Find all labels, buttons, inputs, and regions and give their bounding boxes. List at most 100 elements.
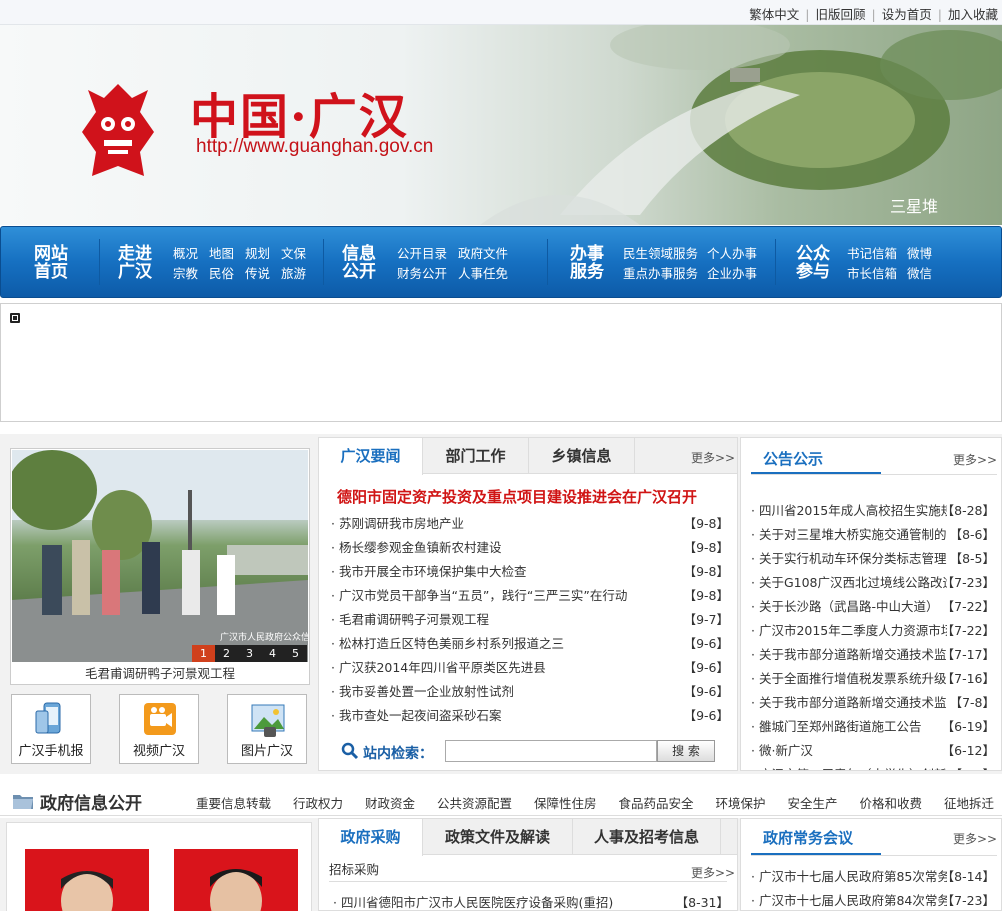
news-item-title[interactable]: · 毛君甫调研鸭子河景观工程 <box>331 608 489 632</box>
meeting-item-title[interactable]: · 广汉市十七届人民政府第85次常务 <box>751 865 947 889</box>
add-favorite-link[interactable]: 加入收藏 <box>948 7 998 22</box>
nav-link-key-service[interactable]: 重点办事服务 <box>623 263 698 282</box>
news-more-link[interactable]: 更多>> <box>691 449 735 466</box>
folder-icon <box>13 795 33 809</box>
nav-link-enterprise[interactable]: 企业办事 <box>707 263 757 282</box>
slider-image[interactable]: 广汉市人民政府公众信息网 <box>7 450 328 662</box>
news-item-title[interactable]: · 杨长缨参观金鱼镇新农村建设 <box>331 536 501 560</box>
nav-link-personnel[interactable]: 人事任免 <box>458 263 508 282</box>
tab-procurement[interactable]: 政府采购 <box>319 819 423 856</box>
news-headline[interactable]: 德阳市固定资产投资及重点项目建设推进会在广汉召开 <box>337 486 697 507</box>
gov-cat-public-resources[interactable]: 公共资源配置 <box>437 796 512 811</box>
tab-department-work[interactable]: 部门工作 <box>423 438 529 474</box>
meeting-more-link[interactable]: 更多>> <box>953 830 997 847</box>
nav-group-participate[interactable]: 公众 参与 <box>791 245 835 281</box>
nav-link-heritage[interactable]: 文保 <box>281 243 306 262</box>
nav-link-planning[interactable]: 规划 <box>245 243 270 262</box>
notice-item-date: 【7-8】 <box>949 695 995 710</box>
leader-photo[interactable] <box>25 849 149 911</box>
quicklink-mobile-news[interactable]: 广汉手机报 <box>11 694 91 764</box>
notice-item-title[interactable]: · 雒城门至郑州路街道施工公告 <box>751 715 947 739</box>
meeting-title[interactable]: 政府常务会议 <box>763 827 853 848</box>
notice-item-title[interactable]: · 广汉市第一届青年（大学生）创新 <box>751 763 947 770</box>
traditional-chinese-link[interactable]: 繁体中文 <box>749 7 799 22</box>
notice-item-title[interactable]: · 广汉市2015年二季度人力资源市场 <box>751 619 947 643</box>
gov-cat-food-drug[interactable]: 食品药品安全 <box>618 796 693 811</box>
news-item-title[interactable]: · 广汉市党员干部争当“五员”，践行“三严三实”在行动 <box>331 584 627 608</box>
news-item-title[interactable]: · 我市妥善处置一企业放射性试剂 <box>331 680 514 704</box>
list-item: · 关于实行机动车环保分类标志管理 【8-5】 <box>751 547 1001 571</box>
nav-group-service[interactable]: 办事 服务 <box>565 245 609 281</box>
quicklink-pictures[interactable]: 图片广汉 <box>227 694 307 764</box>
nav-link-overview[interactable]: 概况 <box>173 243 198 262</box>
slider-page-1[interactable]: 1 <box>192 645 215 662</box>
search-button[interactable]: 搜 索 <box>657 740 715 762</box>
photo-slider[interactable]: 广汉市人民政府公众信息网 1 2 3 4 5 毛君甫调研鸭子河景观工程 <box>7 448 328 685</box>
news-item-title[interactable]: · 我市查处一起夜间盗采砂石案 <box>331 704 501 728</box>
gov-cat-environment[interactable]: 环境保护 <box>715 796 765 811</box>
tab-guanghan-news[interactable]: 广汉要闻 <box>319 438 423 475</box>
notice-item-title[interactable]: · 关于长沙路（武昌路-中山大道） <box>751 595 947 619</box>
procurement-subtitle[interactable]: 招标采购 <box>329 859 379 878</box>
nav-link-personal[interactable]: 个人办事 <box>707 243 757 262</box>
notice-item-date: 【7-23】 <box>941 575 995 590</box>
notice-more-link[interactable]: 更多>> <box>953 451 997 468</box>
notice-title[interactable]: 公告公示 <box>763 448 823 469</box>
gov-cat-prices[interactable]: 价格和收费 <box>859 796 922 811</box>
notice-item-title[interactable]: · 关于我市部分道路新增交通技术监 <box>751 643 947 667</box>
nav-link-weibo[interactable]: 微博 <box>907 243 932 262</box>
notice-item-title[interactable]: · 关于G108广汉西北过境线公路改造 <box>751 571 947 595</box>
nav-link-folk[interactable]: 民俗 <box>209 263 234 282</box>
news-item-date: 【9-8】 <box>683 588 729 603</box>
nav-divider <box>547 239 548 285</box>
procurement-item-title[interactable]: · 四川省德阳市广汉市人民医院医疗设备采购(重招) <box>333 891 613 911</box>
nav-link-religion[interactable]: 宗教 <box>173 263 198 282</box>
slider-caption[interactable]: 毛君甫调研鸭子河景观工程 <box>11 663 309 684</box>
leader-photo[interactable] <box>174 849 298 911</box>
meeting-item-date: 【7-23】 <box>941 893 995 908</box>
notice-item-title[interactable]: · 微·新广汉 <box>751 739 947 763</box>
slider-page-4[interactable]: 4 <box>261 645 284 662</box>
news-item-title[interactable]: · 我市开展全市环境保护集中大检查 <box>331 560 526 584</box>
notice-item-date: 【7-17】 <box>941 647 995 662</box>
slider-page-3[interactable]: 3 <box>238 645 261 662</box>
nav-group-visit[interactable]: 走进 广汉 <box>113 245 157 281</box>
nav-link-gov-docs[interactable]: 政府文件 <box>458 243 508 262</box>
gov-cat-admin-power[interactable]: 行政权力 <box>293 796 343 811</box>
news-item-title[interactable]: · 广汉获2014年四川省平原类区先进县 <box>331 656 546 680</box>
tab-personnel-exams[interactable]: 人事及招考信息 <box>573 819 721 855</box>
procurement-more-link[interactable]: 更多>> <box>691 864 735 881</box>
nav-link-wechat[interactable]: 微信 <box>907 263 932 282</box>
old-version-link[interactable]: 旧版回顾 <box>816 7 866 22</box>
nav-link-map[interactable]: 地图 <box>209 243 234 262</box>
tab-policy-docs[interactable]: 政策文件及解读 <box>423 819 573 855</box>
gov-cat-land[interactable]: 征地拆迁 <box>944 796 994 811</box>
notice-item-title[interactable]: · 关于我市部分道路新增交通技术监 <box>751 691 947 715</box>
slider-page-2[interactable]: 2 <box>215 645 238 662</box>
nav-home[interactable]: 网站 首页 <box>29 245 73 281</box>
gov-cat-safety[interactable]: 安全生产 <box>787 796 837 811</box>
notice-item-title[interactable]: · 四川省2015年成人高校招生实施规 <box>751 499 947 523</box>
quicklink-video[interactable]: 视频广汉 <box>119 694 199 764</box>
notice-item-title[interactable]: · 关于实行机动车环保分类标志管理 <box>751 547 947 571</box>
slider-page-5[interactable]: 5 <box>284 645 307 662</box>
nav-link-secretary-mail[interactable]: 书记信箱 <box>847 243 897 262</box>
nav-group-info[interactable]: 信息 公开 <box>337 245 381 281</box>
gov-cat-housing[interactable]: 保障性住房 <box>534 796 597 811</box>
news-item-title[interactable]: · 苏刚调研我市房地产业 <box>331 512 464 536</box>
search-input[interactable] <box>445 740 657 762</box>
nav-link-legend[interactable]: 传说 <box>245 263 270 282</box>
nav-link-finance[interactable]: 财务公开 <box>397 263 447 282</box>
nav-link-mayor-mail[interactable]: 市长信箱 <box>847 263 897 282</box>
nav-link-catalog[interactable]: 公开目录 <box>397 243 447 262</box>
notice-item-title[interactable]: · 关于对三星堆大桥实施交通管制的 <box>751 523 947 547</box>
notice-item-title[interactable]: · 关于全面推行增值税发票系统升级 <box>751 667 947 691</box>
gov-cat-reprint[interactable]: 重要信息转载 <box>196 796 271 811</box>
meeting-item-title[interactable]: · 广汉市十七届人民政府第84次常务 <box>751 889 947 910</box>
set-homepage-link[interactable]: 设为首页 <box>882 7 932 22</box>
tab-township-info[interactable]: 乡镇信息 <box>529 438 635 474</box>
nav-link-tourism[interactable]: 旅游 <box>281 263 306 282</box>
gov-cat-fiscal[interactable]: 财政资金 <box>365 796 415 811</box>
nav-link-livelihood[interactable]: 民生领域服务 <box>623 243 698 262</box>
news-item-title[interactable]: · 松林打造丘区特色美丽乡村系列报道之三 <box>331 632 564 656</box>
